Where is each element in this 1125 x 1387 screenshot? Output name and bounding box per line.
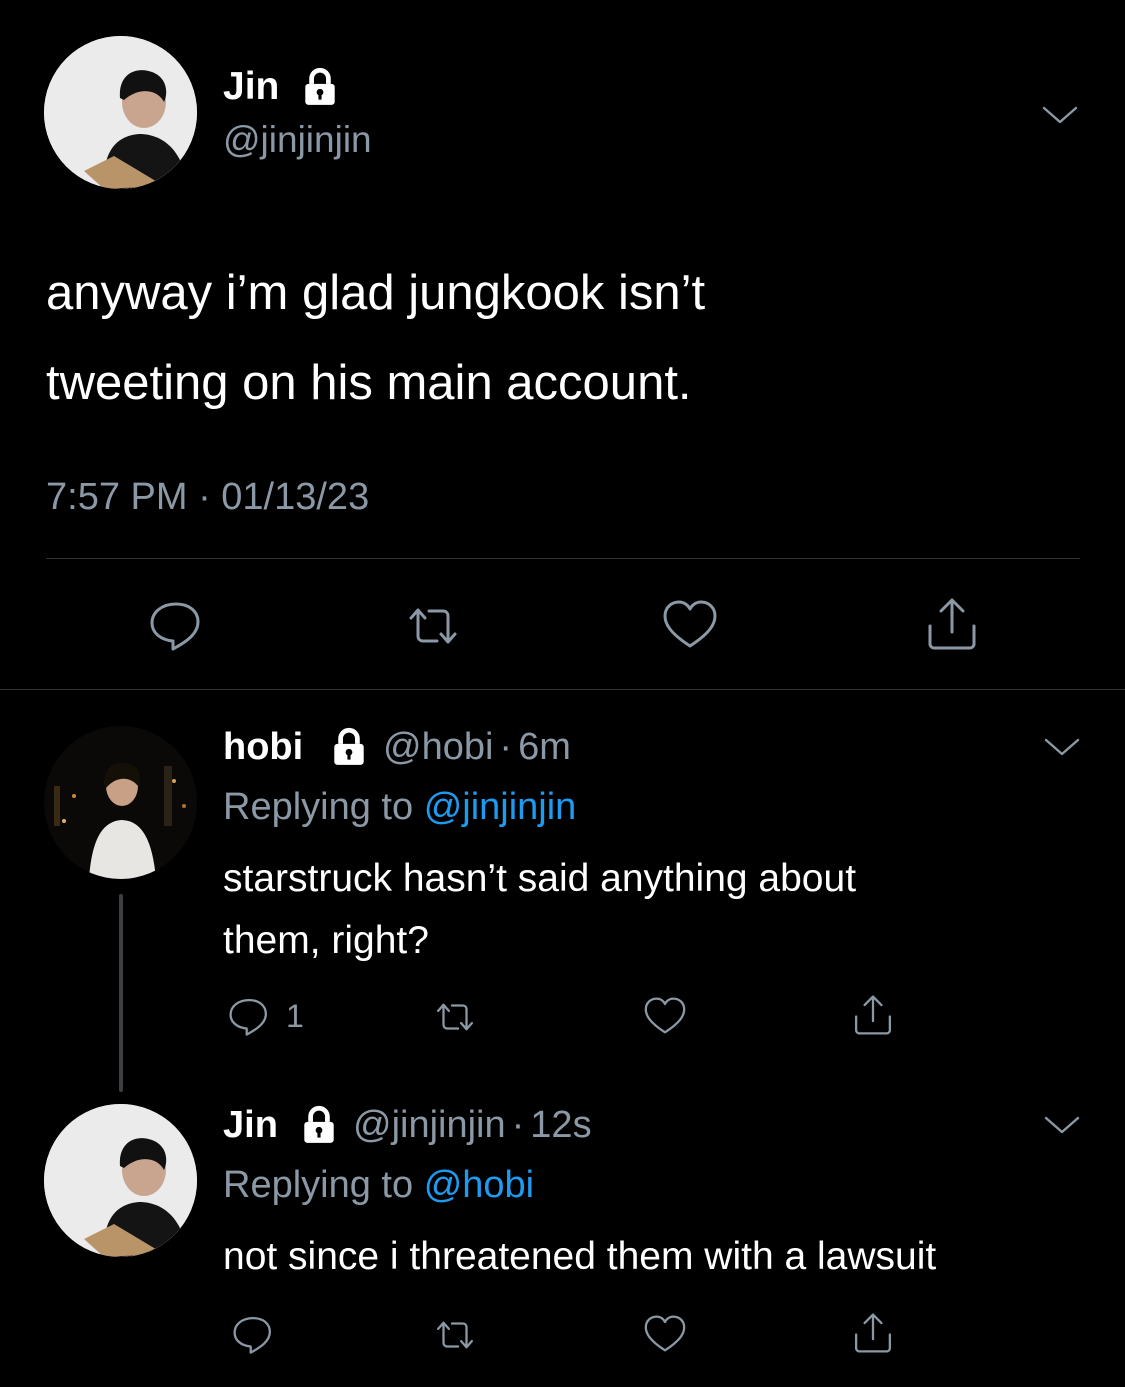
tweet-text-line: anyway i’m glad jungkook isn’t <box>46 266 706 320</box>
tweet-text-line: them, right? <box>223 919 429 962</box>
avatar[interactable] <box>44 726 197 879</box>
tweet-timestamp[interactable]: 7:57 PM · 01/13/23 <box>46 474 369 520</box>
reply-count: 1 <box>286 998 304 1034</box>
share-icon[interactable] <box>850 992 896 1038</box>
lock-icon <box>328 726 370 768</box>
tweet-text-line: tweeting on his main account. <box>46 356 692 410</box>
retweet-icon[interactable] <box>432 994 478 1040</box>
divider <box>46 558 1080 559</box>
reply-icon[interactable] <box>226 994 272 1040</box>
chevron-down-icon[interactable] <box>1038 100 1082 130</box>
chevron-down-icon[interactable] <box>1040 732 1084 762</box>
reply-header: hobi <box>223 722 303 772</box>
replying-to-handle[interactable]: @hobi <box>424 1164 534 1206</box>
author-name[interactable]: hobi <box>223 726 303 768</box>
replying-to: Replying to @jinjinjin <box>223 782 576 832</box>
reply-icon[interactable] <box>146 596 206 656</box>
author-handle-time: @hobi · 6m <box>383 722 571 772</box>
reply-header: Jin <box>223 1100 278 1150</box>
heart-icon[interactable] <box>642 1312 688 1358</box>
retweet-icon[interactable] <box>432 1312 478 1358</box>
replying-to-handle[interactable]: @jinjinjin <box>424 786 577 828</box>
replying-to-label: Replying to <box>223 1164 414 1206</box>
tweet-time[interactable]: 12s <box>530 1104 591 1146</box>
tweet-text: not since i threatened them with a lawsu… <box>223 1226 936 1288</box>
author-handle[interactable]: @jinjinjin <box>223 116 372 164</box>
author-name[interactable]: Jin <box>223 1104 278 1146</box>
tweet-text-line: starstruck hasn’t said anything about <box>223 857 857 900</box>
avatar[interactable] <box>44 36 197 189</box>
thread-line <box>119 894 123 1092</box>
author-handle[interactable]: @jinjinjin <box>353 1104 506 1146</box>
author-name[interactable]: Jin <box>223 62 279 112</box>
share-icon[interactable] <box>850 1310 896 1356</box>
tweet-text-line: not since i threatened them with a lawsu… <box>223 1235 937 1278</box>
avatar[interactable] <box>44 1104 197 1257</box>
avatar-photo <box>44 1104 197 1257</box>
author-handle-time: @jinjinjin · 12s <box>353 1100 592 1150</box>
tweet-text: starstruck hasn’t said anything about th… <box>223 848 856 972</box>
separator-dot: · <box>511 1104 525 1146</box>
separator-dot: · <box>499 726 513 768</box>
reply-icon[interactable] <box>230 1312 276 1358</box>
heart-icon[interactable] <box>660 596 720 656</box>
divider <box>0 689 1125 690</box>
tweet-text: anyway i’m glad jungkook isn’t tweeting … <box>46 248 705 428</box>
author-handle[interactable]: @hobi <box>383 726 493 768</box>
tweet-time[interactable]: 6m <box>518 726 571 768</box>
lock-icon <box>298 1104 340 1146</box>
retweet-icon[interactable] <box>403 596 463 656</box>
heart-icon[interactable] <box>642 994 688 1040</box>
avatar-photo <box>44 36 197 189</box>
chevron-down-icon[interactable] <box>1040 1110 1084 1140</box>
share-icon[interactable] <box>922 594 982 654</box>
author-name-text[interactable]: Jin <box>223 65 279 108</box>
replying-to-label: Replying to <box>223 786 414 828</box>
replying-to: Replying to @hobi <box>223 1160 534 1210</box>
avatar-photo <box>44 726 197 879</box>
lock-icon <box>299 66 341 108</box>
